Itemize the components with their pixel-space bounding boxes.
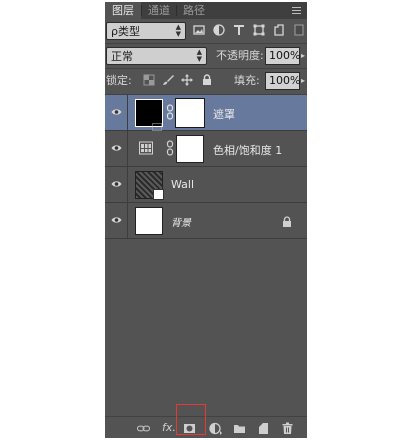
mask-link-chain-icon[interactable]: [166, 139, 174, 157]
blend-mode-dropdown[interactable]: 正常 ▲ ▼: [106, 47, 207, 65]
new-layer-icon[interactable]: [257, 422, 270, 435]
visibility-eye-icon[interactable]: [111, 108, 122, 116]
layers-bottom-toolbar: fx.: [105, 416, 307, 438]
filter-row: ρ类型 ▲ ▼: [105, 21, 307, 41]
lock-image-pixels-icon[interactable]: [162, 74, 174, 86]
panel-menu-icon[interactable]: [291, 2, 303, 19]
lock-row: 锁定: 填充: 100% ▸: [105, 70, 307, 92]
layer-mask-thumbnail[interactable]: [176, 135, 204, 163]
lock-label: 锁定:: [106, 74, 132, 87]
visibility-eye-icon[interactable]: [111, 180, 122, 188]
visibility-eye-icon[interactable]: [111, 144, 122, 152]
layer-row-background[interactable]: 背景: [105, 203, 307, 239]
dropdown-arrows-icon: ▲ ▼: [196, 48, 202, 63]
blend-mode-label: 正常: [111, 50, 133, 63]
layer-row-mask[interactable]: 遮罩: [105, 95, 307, 131]
link-layers-icon[interactable]: [137, 422, 151, 435]
vector-mask-badge-icon: [152, 116, 162, 131]
layer-style-fx-icon[interactable]: fx.: [162, 421, 176, 434]
lock-transparent-pixels-icon[interactable]: [143, 74, 155, 86]
panel-tabbar: 图层 通道 路径: [105, 2, 307, 19]
layers-panel: 图层 通道 路径 ρ类型 ▲ ▼ 正常 ▲ ▼ 不透明度: 100% ▸ 锁定:…: [105, 2, 307, 438]
divider: [127, 167, 128, 203]
dropdown-arrows-icon: ▲ ▼: [175, 23, 181, 38]
highlight-box: [176, 404, 206, 435]
layer-name: 背景: [171, 218, 191, 229]
tab-channels[interactable]: 通道: [142, 2, 176, 19]
divider: [127, 95, 128, 131]
layer-thumbnail: [135, 207, 163, 235]
mask-link-chain-icon[interactable]: [166, 103, 174, 121]
filter-type-dropdown[interactable]: ρ类型 ▲ ▼: [106, 22, 186, 40]
divider: [127, 203, 128, 239]
shape-filter-icon[interactable]: [253, 24, 265, 36]
filter-type-label: ρ类型: [111, 25, 140, 38]
divider: [105, 68, 307, 69]
layer-row-wall[interactable]: Wall: [105, 167, 307, 203]
layer-name: Wall: [171, 178, 195, 191]
layer-mask-thumbnail[interactable]: [175, 98, 205, 128]
divider: [105, 43, 307, 44]
lock-position-icon[interactable]: [181, 74, 193, 86]
new-group-folder-icon[interactable]: [233, 422, 246, 435]
blend-row: 正常 ▲ ▼ 不透明度: 100% ▸: [105, 46, 307, 66]
tab-layers[interactable]: 图层: [105, 2, 141, 19]
layer-name: 色相/饱和度 1: [213, 144, 283, 157]
fill-arrow-icon[interactable]: ▸: [301, 72, 307, 90]
layer-row-hue-saturation[interactable]: 色相/饱和度 1: [105, 131, 307, 167]
tab-paths[interactable]: 路径: [177, 2, 211, 19]
hue-saturation-adjustment-icon[interactable]: [139, 141, 153, 155]
layer-name: 遮罩: [213, 108, 235, 121]
fill-input[interactable]: 100%: [265, 72, 300, 90]
filter-toggle-icon[interactable]: [293, 24, 304, 36]
type-filter-icon[interactable]: [233, 24, 245, 36]
opacity-input[interactable]: 100%: [265, 47, 300, 65]
divider: [127, 131, 128, 167]
new-adjustment-layer-icon[interactable]: [209, 422, 222, 435]
fill-label: 填充:: [234, 74, 260, 87]
image-filter-icon[interactable]: [193, 24, 205, 36]
smart-object-filter-icon[interactable]: [273, 24, 285, 36]
lock-all-icon[interactable]: [201, 74, 213, 86]
opacity-arrow-icon[interactable]: ▸: [301, 47, 307, 65]
layer-lock-icon: [282, 216, 292, 227]
adjustment-filter-icon[interactable]: [213, 24, 225, 36]
opacity-label: 不透明度:: [216, 49, 264, 62]
visibility-eye-icon[interactable]: [111, 216, 122, 224]
smart-object-badge-icon: [153, 189, 164, 200]
delete-layer-trash-icon[interactable]: [281, 422, 294, 435]
